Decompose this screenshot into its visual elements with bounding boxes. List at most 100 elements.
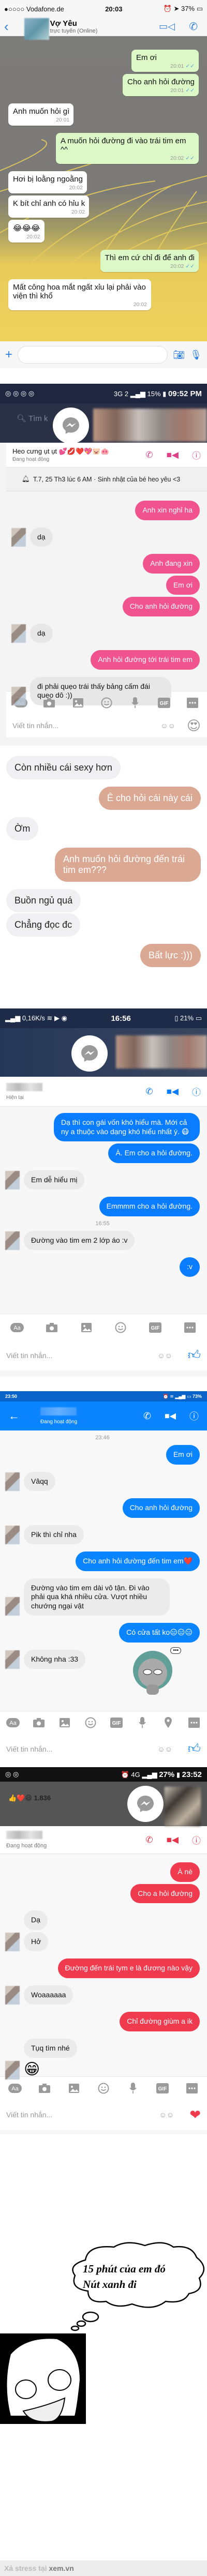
message-input[interactable]: Viết tin nhắn... <box>12 721 160 730</box>
more-icon[interactable] <box>187 1717 201 1728</box>
message-bubble[interactable]: Thì em cứ chỉ đi để anh đi 20:02 ✓✓ <box>100 250 199 272</box>
avatar[interactable] <box>11 528 26 547</box>
camera-icon[interactable] <box>32 1717 46 1728</box>
message-bubble[interactable]: Cho anh hỏi đường <box>122 1498 200 1518</box>
phone-icon[interactable]: ✆ <box>143 1411 151 1422</box>
site-link[interactable]: xem.vn <box>49 2564 74 2572</box>
message-bubble[interactable]: Cho anh hỏi đường 20:01 ✓✓ <box>123 74 199 96</box>
message-bubble[interactable]: À. Em cho a hỏi đường. <box>108 1143 200 1163</box>
avatar[interactable] <box>5 1526 20 1544</box>
message-bubble[interactable]: Chẳng đọc đc <box>6 913 81 937</box>
camera-icon[interactable] <box>45 1322 58 1333</box>
mic-icon[interactable] <box>136 1716 149 1728</box>
message-input[interactable]: Viết tin nhắn... <box>6 1745 157 1753</box>
message-bubble[interactable]: Em ơi <box>166 575 200 595</box>
phone-icon[interactable]: ✆ <box>145 1835 153 1845</box>
location-icon[interactable] <box>161 1716 175 1728</box>
video-call-icon[interactable]: ■◀ <box>167 1087 179 1097</box>
more-icon[interactable] <box>185 2083 199 2094</box>
info-icon[interactable]: ⓘ <box>192 1833 201 1846</box>
avatar[interactable] <box>5 1231 20 1250</box>
sticker-icon[interactable]: ☺☺ <box>157 1351 172 1360</box>
avatar[interactable] <box>5 1171 20 1189</box>
event-reminder[interactable]: 🔔︎ T.7, 25 Th3 lúc 6 AM · Sinh nhật của b… <box>6 468 207 491</box>
camera-icon[interactable] <box>42 697 56 709</box>
message-bubble[interactable]: Em ơi <box>166 1445 200 1465</box>
message-input[interactable]: Viết tin nhắn... <box>6 2111 159 2119</box>
mic-icon[interactable] <box>126 2082 140 2094</box>
message-bubble[interactable]: :v <box>180 1257 200 1277</box>
info-icon[interactable]: ⓘ <box>189 1409 199 1423</box>
message-bubble[interactable]: Anh đang xin <box>143 554 200 574</box>
chat-head-avatar[interactable] <box>165 1787 201 1826</box>
smile-icon[interactable] <box>84 1717 97 1728</box>
message-bubble[interactable]: A muốn hỏi đường đi vào trái tim em ^^ 20… <box>56 133 199 164</box>
gif-icon[interactable]: GIF <box>156 2083 169 2094</box>
video-call-icon[interactable]: ■◀ <box>167 450 179 460</box>
avatar[interactable] <box>11 624 26 643</box>
avatar[interactable] <box>5 1933 20 1951</box>
video-call-icon[interactable]: ■◀ <box>167 1835 179 1845</box>
message-bubble[interactable]: À nè <box>170 1862 200 1882</box>
info-icon[interactable]: ⓘ <box>192 448 201 461</box>
message-bubble[interactable]: Emmmm cho a hỏi đường. <box>99 1197 200 1216</box>
mic-icon[interactable]: 🎙︎ <box>190 350 202 360</box>
smile-icon[interactable] <box>114 1322 127 1333</box>
heart-button[interactable]: ❤ <box>189 2107 201 2123</box>
smile-icon[interactable] <box>100 697 113 709</box>
aa-icon[interactable]: Aa <box>6 1717 20 1728</box>
message-bubble[interactable]: Em ơi 20:01 ✓✓ <box>131 50 199 72</box>
message-bubble[interactable]: Đường vào tim em 2 lớp áo :v <box>24 1230 135 1250</box>
message-bubble[interactable]: Bất lực :))) <box>140 944 201 967</box>
phone-icon[interactable]: ✆ <box>145 450 153 460</box>
sticker-icon[interactable]: ☺☺ <box>159 2111 174 2119</box>
message-bubble[interactable]: dạ <box>30 527 53 547</box>
back-icon[interactable]: ‹ <box>4 19 9 35</box>
message-bubble[interactable]: Còn nhiều cái sexy hơn <box>6 756 121 779</box>
message-bubble[interactable]: Anh muốn hỏi gì 20:01 <box>8 103 74 126</box>
message-bubble[interactable]: Cho anh hỏi đường đến tim em❤️ <box>76 1551 200 1571</box>
sticker-icon[interactable]: ☺☺ <box>157 1745 172 1753</box>
message-input[interactable]: Viết tin nhắn... <box>6 1351 157 1360</box>
message-bubble[interactable]: Buồn ngủ quá <box>6 889 81 912</box>
chat-head-avatars[interactable] <box>93 409 207 442</box>
message-bubble[interactable]: Ê cho hỏi cái này cái <box>98 787 201 810</box>
aa-icon[interactable]: Aa <box>8 2083 22 2094</box>
messenger-bubble-icon[interactable] <box>53 408 89 444</box>
phone-icon[interactable]: ✆ <box>145 1087 153 1097</box>
search-field[interactable]: 🔍︎ Tìm k <box>17 414 48 423</box>
image-icon[interactable] <box>71 697 85 709</box>
avatar[interactable] <box>5 1472 20 1491</box>
message-bubble[interactable]: Có cửa tất ko😑😑😑 <box>119 1623 200 1643</box>
video-call-icon[interactable]: ■◀ <box>165 1411 176 1421</box>
gif-icon[interactable]: GIF <box>157 697 171 709</box>
like-button[interactable]: 👍︎ <box>188 1742 201 1756</box>
info-icon[interactable]: ⓘ <box>192 1085 201 1098</box>
message-bubble[interactable]: Hơi bị loằng ngoằng 20:02 <box>8 171 87 193</box>
message-bubble[interactable]: K bít chỉ anh có hỉu k 20:02 <box>8 195 90 218</box>
avatar[interactable] <box>11 686 26 705</box>
message-bubble[interactable]: Ờm <box>6 817 39 840</box>
message-bubble[interactable]: 😂😂😂 20:02 <box>8 220 45 243</box>
message-bubble[interactable]: Cho anh hỏi đường <box>122 597 200 616</box>
gif-icon[interactable]: GIF <box>110 1717 123 1728</box>
more-icon[interactable] <box>183 1322 197 1333</box>
plus-icon[interactable]: + <box>5 348 12 362</box>
phone-icon[interactable]: ✆ <box>189 20 198 33</box>
back-icon[interactable]: ← <box>8 1409 20 1423</box>
camera-icon[interactable]: 📷︎ <box>173 350 185 360</box>
video-call-icon[interactable]: ▭◁ <box>159 21 175 32</box>
message-bubble[interactable]: Không nha :33 <box>24 1649 86 1669</box>
message-bubble[interactable]: Woaaaaaa <box>24 1985 73 2005</box>
smile-icon[interactable] <box>97 2083 110 2094</box>
image-icon[interactable] <box>80 1322 93 1333</box>
image-icon[interactable] <box>58 1717 71 1728</box>
message-bubble[interactable]: Dạ thì con gái vốn khó hiểu mà. Mới cả n… <box>54 1113 200 1141</box>
message-bubble[interactable]: Đường vào tim em dài vô tận. Đi vào phải… <box>24 1578 170 1616</box>
message-bubble[interactable]: Hở <box>24 1932 49 1951</box>
chat-head-avatars[interactable] <box>116 1035 207 1068</box>
mic-icon[interactable] <box>128 697 142 709</box>
image-icon[interactable] <box>67 2083 81 2094</box>
message-bubble[interactable]: dạ <box>30 623 53 643</box>
message-bubble[interactable]: Em dễ hiểu mị <box>24 1170 85 1189</box>
